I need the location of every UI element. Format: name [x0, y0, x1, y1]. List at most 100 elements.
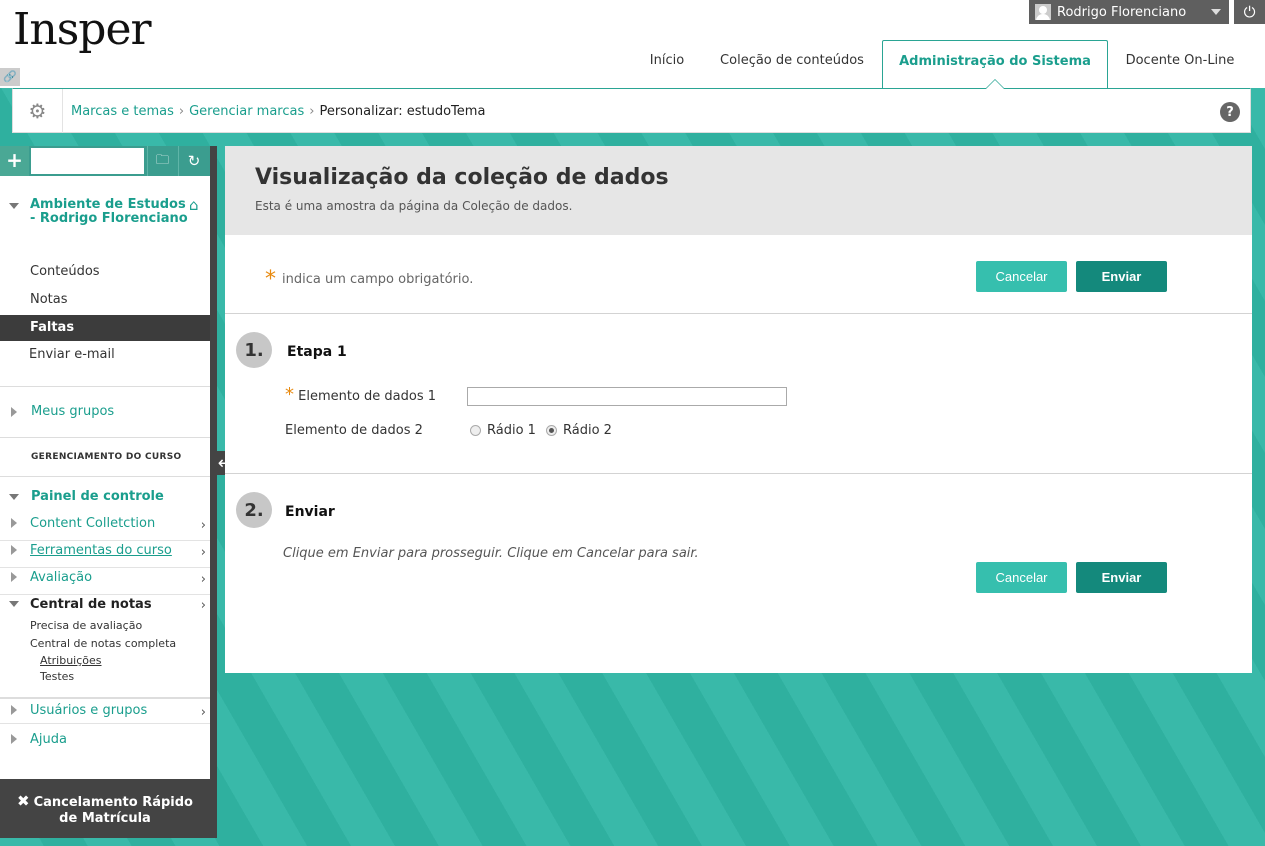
tab-docente-online[interactable]: Docente On-Line	[1112, 40, 1248, 88]
ferramentas-curso-label: Ferramentas do curso	[30, 543, 172, 558]
gear-icon[interactable]: ⚙	[13, 89, 63, 133]
central-notas-label: Central de notas	[30, 597, 152, 612]
sidebar-item-conteudos[interactable]: Conteúdos	[0, 264, 210, 284]
user-avatar-icon	[1035, 4, 1051, 20]
add-menu-item-button[interactable]: +	[0, 146, 29, 176]
expand-triangle-icon	[11, 572, 17, 582]
submit-button-bottom[interactable]: Enviar	[1076, 562, 1167, 593]
page-title: Visualização da coleção de dados	[255, 165, 669, 190]
step-title-2: Enviar	[285, 504, 335, 520]
field-label-1-text: Elemento de dados 1	[298, 389, 437, 404]
sidebar-item-ajuda[interactable]: Ajuda	[0, 732, 210, 752]
page-subtitle: Esta é uma amostra da página da Coleção …	[255, 199, 573, 213]
refresh-icon[interactable]: ↻	[178, 146, 209, 176]
cancel-button-bottom[interactable]: Cancelar	[976, 562, 1067, 593]
insper-logo[interactable]: Insper	[13, 4, 152, 55]
course-title-label: Ambiente de Estudos - Rodrigo Florencian…	[30, 197, 188, 226]
step-title-1: Etapa 1	[287, 344, 347, 360]
sidebar-subitem-testes[interactable]: Testes	[0, 670, 210, 686]
sidebar-divider	[0, 386, 210, 387]
radio-2-button[interactable]	[546, 425, 557, 436]
required-star-icon: *	[265, 267, 276, 292]
meus-grupos-label: Meus grupos	[31, 404, 115, 419]
course-sidebar: + 🗀 ↻ Ambiente de Estudos - Rodrigo Flor…	[0, 146, 210, 838]
field-label-1: * Elemento de dados 1	[285, 384, 436, 405]
required-star-icon: *	[285, 384, 294, 405]
section-divider	[225, 473, 1252, 474]
sidebar-subitem-precisa-avaliacao[interactable]: Precisa de avaliação	[0, 619, 210, 635]
breadcrumb-separator: ›	[309, 104, 315, 119]
sidebar-item-ferramentas-curso[interactable]: Ferramentas do curso ›	[0, 542, 210, 568]
tab-inicio[interactable]: Início	[636, 40, 698, 88]
quick-unenroll-line1: ✖ Cancelamento Rápido	[17, 792, 193, 810]
course-title[interactable]: Ambiente de Estudos - Rodrigo Florencian…	[0, 196, 210, 232]
submit-button-top[interactable]: Enviar	[1076, 261, 1167, 292]
data-element-1-input[interactable]	[467, 387, 787, 406]
sidebar-search-input[interactable]	[31, 148, 144, 174]
sidebar-item-faltas[interactable]: Faltas	[0, 315, 210, 341]
logout-button[interactable]: ⏻	[1234, 0, 1265, 24]
chevron-right-icon: ›	[200, 572, 206, 587]
expand-triangle-icon	[11, 407, 17, 417]
management-heading: GERENCIAMENTO DO CURSO	[31, 452, 182, 462]
quick-unenroll-button[interactable]: ✖ Cancelamento Rápido de Matrícula	[0, 779, 210, 838]
step-number-1: 1.	[236, 332, 272, 368]
required-note-text: indica um campo obrigatório.	[282, 272, 474, 287]
breadcrumb-marcas-temas[interactable]: Marcas e temas	[71, 104, 174, 119]
step-number-2: 2.	[236, 492, 272, 528]
collapse-triangle-icon	[9, 601, 19, 607]
required-note: * indica um campo obrigatório.	[265, 267, 473, 292]
chevron-down-icon	[1211, 9, 1221, 15]
sidebar-item-painel-controle[interactable]: Painel de controle	[0, 489, 210, 509]
sidebar-subitem-atribuicoes[interactable]: Atribuições	[0, 654, 210, 670]
home-icon[interactable]: ⌂	[189, 196, 199, 214]
expand-triangle-icon	[11, 734, 17, 744]
tab-label: Administração do Sistema	[899, 54, 1091, 69]
breadcrumb-current: Personalizar: estudoTema	[319, 104, 486, 119]
sidebar-item-central-notas[interactable]: Central de notas ›	[0, 596, 210, 616]
user-menu[interactable]: Rodrigo Florenciano	[1029, 0, 1229, 24]
submit-instructions: Clique em Enviar para prosseguir. Clique…	[283, 546, 699, 561]
expand-triangle-icon	[11, 518, 17, 528]
sidebar-item-enviar-email[interactable]: Enviar e-mail	[0, 347, 210, 367]
radio-1-button[interactable]	[470, 425, 481, 436]
ajuda-label: Ajuda	[30, 732, 67, 747]
quick-unenroll-line2: de Matrícula	[59, 811, 151, 826]
close-icon: ✖	[17, 792, 30, 810]
field-label-2: Elemento de dados 2	[285, 423, 423, 438]
sidebar-item-usuarios-grupos[interactable]: Usuários e grupos ›	[0, 702, 210, 724]
tab-administracao-sistema[interactable]: Administração do Sistema	[882, 40, 1108, 89]
sidebar-item-meus-grupos[interactable]: Meus grupos	[0, 404, 210, 424]
painel-controle-label: Painel de controle	[31, 489, 164, 504]
section-divider	[225, 313, 1252, 314]
link-icon[interactable]: 🔗	[0, 68, 20, 86]
radio-1-label: Rádio 1	[487, 423, 536, 438]
power-icon: ⏻	[1243, 3, 1256, 21]
main-content: Visualização da coleção de dados Esta é …	[225, 146, 1252, 673]
top-header: Insper Rodrigo Florenciano ⏻ Início Cole…	[0, 0, 1265, 89]
sidebar-divider	[0, 697, 210, 699]
breadcrumb-gerenciar-marcas[interactable]: Gerenciar marcas	[189, 104, 304, 119]
sidebar-item-avaliacao[interactable]: Avaliação ›	[0, 569, 210, 595]
sidebar-item-notas[interactable]: Notas	[0, 292, 210, 312]
help-icon[interactable]: ?	[1220, 102, 1240, 122]
breadcrumb-bar: ⚙ Marcas e temas › Gerenciar marcas › Pe…	[12, 88, 1251, 133]
chevron-right-icon: ›	[200, 598, 206, 613]
tab-colecao-conteudos[interactable]: Coleção de conteúdos	[704, 40, 880, 88]
content-collection-label: Content Colletction	[30, 516, 156, 531]
chevron-right-icon: ›	[200, 518, 206, 533]
chevron-right-icon: ›	[200, 705, 206, 720]
sidebar-toolbar: + 🗀 ↻	[0, 146, 210, 176]
radio-option-1[interactable]: Rádio 1	[470, 423, 536, 438]
page-header: Visualização da coleção de dados Esta é …	[225, 146, 1252, 235]
folder-view-icon[interactable]: 🗀	[147, 146, 177, 176]
radio-2-label: Rádio 2	[563, 423, 612, 438]
collapse-triangle-icon	[9, 203, 19, 209]
sidebar-subitem-central-completa[interactable]: Central de notas completa	[0, 637, 210, 653]
cancel-button-top[interactable]: Cancelar	[976, 261, 1067, 292]
breadcrumb: Marcas e temas › Gerenciar marcas › Pers…	[71, 104, 485, 119]
radio-option-2[interactable]: Rádio 2	[546, 423, 612, 438]
collapse-triangle-icon	[9, 494, 19, 500]
sidebar-item-content-collection[interactable]: Content Colletction ›	[0, 515, 210, 541]
chevron-right-icon: ›	[200, 545, 206, 560]
